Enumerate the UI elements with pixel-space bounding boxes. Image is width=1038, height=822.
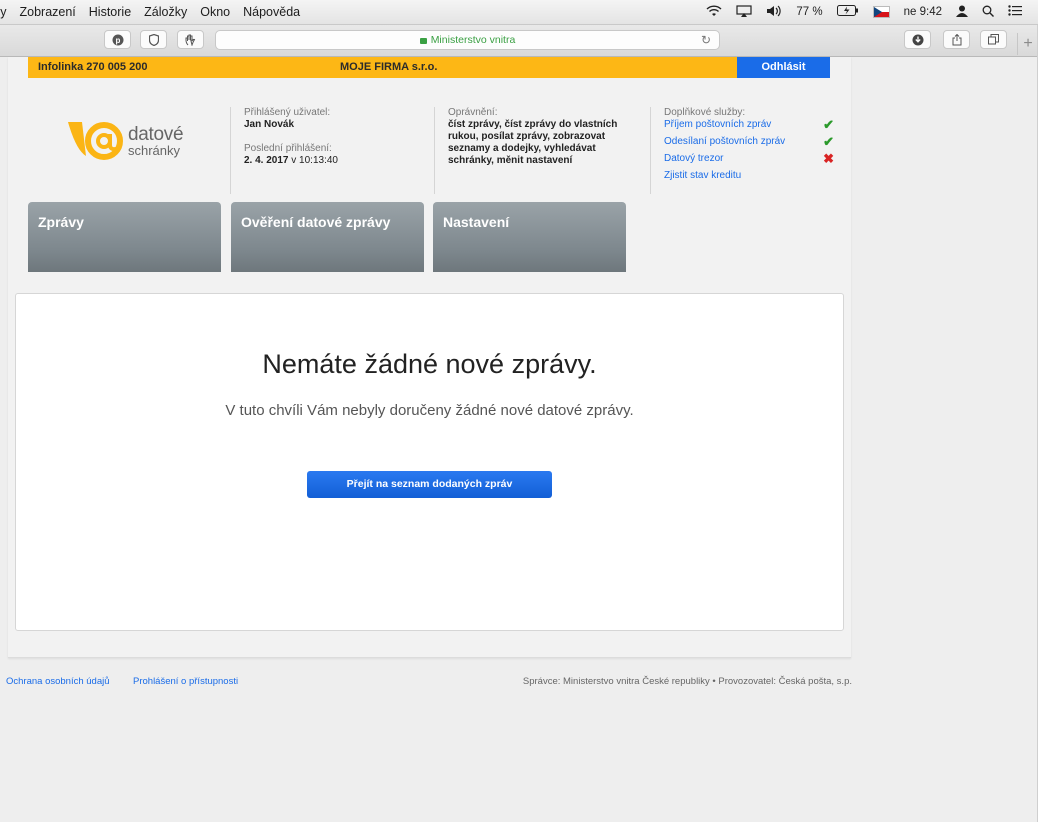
clock[interactable]: ne 9:42 — [904, 6, 942, 18]
airplay-icon[interactable] — [736, 4, 753, 20]
permissions-info: Oprávnění: číst zprávy, číst zprávy do v… — [434, 107, 648, 194]
reload-icon[interactable]: ↻ — [701, 33, 711, 47]
share-button[interactable] — [943, 30, 970, 49]
logged-user-name: Jan Novák — [244, 119, 295, 130]
last-login-label: Poslední přihlášení: — [244, 143, 332, 154]
tab-settings[interactable]: Nastavení — [433, 202, 626, 272]
notification-center-icon[interactable] — [1008, 5, 1022, 19]
pinterest-icon: p — [112, 34, 123, 45]
share-icon — [952, 33, 961, 45]
services-label: Doplňkové služby: — [664, 107, 746, 118]
address-text: Ministerstvo vnitra — [430, 34, 516, 46]
service-postal-receive-link[interactable]: Příjem poštovních zpráv — [664, 119, 771, 130]
service-data-vault-link[interactable]: Datový trezor — [664, 153, 723, 164]
additional-services: Doplňkové služby: Příjem poštovních zprá… — [650, 107, 844, 194]
service-data-vault[interactable]: Datový trezor ✖ — [664, 151, 844, 170]
logout-button[interactable]: Odhlásit — [737, 57, 830, 78]
hand-icon — [185, 34, 196, 46]
downloads-button[interactable] — [904, 30, 931, 49]
service-postal-send[interactable]: Odesílaní poštovních zpráv ✔ — [664, 134, 844, 153]
privacy-policy-link[interactable]: Ochrana osobních údajů — [6, 676, 110, 687]
user-info: Přihlášený uživatel: Jan Novák Poslední … — [230, 107, 434, 194]
menu-item-bookmarks-partial[interactable]: vy — [0, 5, 7, 19]
last-login-time: v 10:13:40 — [291, 155, 338, 166]
svg-text:p: p — [115, 36, 120, 45]
user-icon[interactable] — [956, 5, 968, 20]
shield-extension-button[interactable] — [140, 30, 167, 49]
menu-bar-status-area: 77 % ne 9:42 — [706, 0, 1022, 24]
download-icon — [912, 34, 923, 45]
helpline-text: Infolinka 270 005 200 — [38, 61, 148, 73]
permissions-label: Oprávnění: — [448, 107, 498, 118]
new-tab-plus-icon[interactable]: + — [1017, 33, 1038, 55]
shield-icon — [148, 33, 159, 46]
checkmark-icon: ✔ — [823, 117, 834, 132]
empty-state-heading: Nemáte žádné nové zprávy. — [262, 349, 597, 379]
cross-icon: ✖ — [823, 151, 834, 166]
menu-item-help[interactable]: Nápověda — [243, 5, 300, 19]
service-postal-send-link[interactable]: Odesílaní poštovních zpráv — [664, 136, 785, 147]
tab-messages[interactable]: Zprávy — [28, 202, 221, 272]
menu-item-window[interactable]: Okno — [200, 5, 230, 19]
datove-schranky-logo[interactable]: datové schránky — [66, 120, 196, 165]
checkmark-icon: ✔ — [823, 134, 834, 149]
tabs-icon — [988, 34, 999, 45]
main-content-panel: Nemáte žádné nové zprávy. V tuto chvíli … — [15, 293, 844, 631]
wifi-icon[interactable] — [706, 4, 722, 20]
header: datové schránky Přihlášený uživatel: Jan… — [28, 87, 834, 197]
go-to-received-messages-button[interactable]: Přejít na seznam dodaných zpráv — [307, 471, 552, 498]
logo-text-schranky: schránky — [128, 143, 181, 158]
tabs-overview-button[interactable] — [980, 30, 1007, 49]
top-info-bar: Infolinka 270 005 200 MOJE FIRMA s.r.o. … — [28, 57, 830, 78]
battery-percent: 77 % — [796, 6, 823, 18]
volume-icon[interactable] — [766, 5, 782, 20]
company-name: MOJE FIRMA s.r.o. — [340, 61, 438, 73]
menu-item-history[interactable]: Historie — [89, 5, 131, 19]
macos-menu-bar: vy Zobrazení Historie Záložky Okno Nápov… — [0, 0, 1038, 25]
service-credit-check[interactable]: Zjistit stav kreditu — [664, 170, 844, 187]
logged-user-label: Přihlášený uživatel: — [244, 107, 331, 118]
service-postal-receive[interactable]: Příjem poštovních zpráv ✔ — [664, 117, 844, 136]
empty-state-description: V tuto chvíli Vám nebyly doručeny žádné … — [225, 402, 634, 419]
menu-item-bookmarks[interactable]: Záložky — [144, 5, 187, 19]
page-container: Infolinka 270 005 200 MOJE FIRMA s.r.o. … — [8, 57, 851, 658]
hand-extension-button[interactable] — [177, 30, 204, 49]
battery-icon[interactable] — [836, 5, 859, 19]
lock-icon — [419, 38, 427, 44]
last-login-date: 2. 4. 2017 — [244, 155, 289, 166]
footer-credits: Správce: Ministerstvo vnitra České repub… — [522, 676, 852, 687]
pinterest-extension-button[interactable]: p — [104, 30, 131, 49]
at-sign-logo-icon — [68, 122, 123, 160]
browser-toolbar: p Ministerstvo vnitra ↻ + — [0, 25, 1038, 57]
menu-item-view[interactable]: Zobrazení — [20, 5, 76, 19]
permissions-text: číst zprávy, číst zprávy do vlastních ru… — [448, 119, 618, 166]
address-bar[interactable]: Ministerstvo vnitra ↻ — [215, 30, 720, 50]
czech-flag-icon[interactable] — [872, 6, 890, 18]
service-credit-check-link[interactable]: Zjistit stav kreditu — [664, 170, 741, 181]
tab-message-verification[interactable]: Ověření datové zprávy — [231, 202, 424, 272]
accessibility-statement-link[interactable]: Prohlášení o přístupnosti — [133, 676, 238, 687]
spotlight-search-icon[interactable] — [982, 5, 994, 20]
